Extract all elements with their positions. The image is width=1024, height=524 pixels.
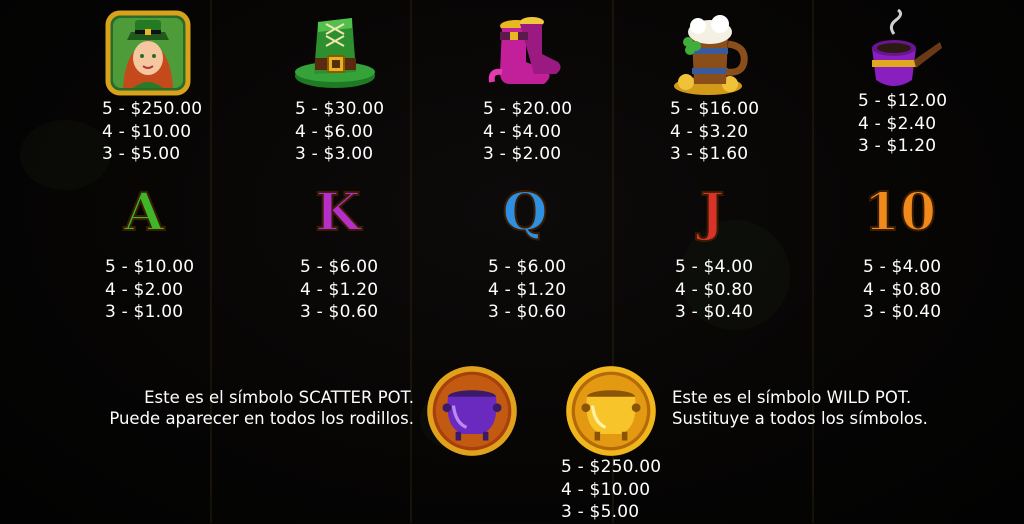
pay-line-5: 5 - $12.00 <box>858 91 948 111</box>
paytable-values: 5 - $250.00 4 - $10.00 3 - $5.00 <box>102 98 202 166</box>
pay-line-4: 4 - $0.80 <box>675 279 754 300</box>
pay-line-4: 4 - $10.00 <box>102 121 192 142</box>
pay-line-4: 4 - $2.00 <box>105 279 184 300</box>
paytable-values: 5 - $4.00 4 - $0.80 3 - $0.40 <box>675 256 753 324</box>
pink-boots-icon <box>488 17 561 84</box>
pay-line-3: 3 - $1.20 <box>858 136 937 156</box>
pipe-icon <box>872 8 942 86</box>
pay-line-4: 4 - $6.00 <box>295 121 374 142</box>
scatter-line-2: Puede aparecer en todos los rodillos. <box>109 409 414 428</box>
paytable-values: 5 - $20.00 4 - $4.00 3 - $2.00 <box>483 98 572 166</box>
pay-line-4: 4 - $2.40 <box>858 113 937 134</box>
wild-description: Este es el símbolo WILD POT. Sustituye a… <box>672 387 928 429</box>
pay-line-5: 5 - $6.00 <box>488 257 567 277</box>
pay-line-4: 4 - $1.20 <box>488 279 567 300</box>
paytable-values: 5 - $30.00 4 - $6.00 3 - $3.00 <box>295 98 384 166</box>
wild-paytable-values: 5 - $250.00 4 - $10.00 3 - $5.00 <box>561 456 661 524</box>
background-ghost-symbol <box>20 120 110 190</box>
letter-q-icon: Q <box>501 182 548 244</box>
pay-line-3: 3 - $3.00 <box>295 144 374 164</box>
wild-line-2: Sustituye a todos los símbolos. <box>672 409 928 428</box>
pay-line-3: 3 - $5.00 <box>102 144 181 164</box>
pay-line-5: 5 - $10.00 <box>105 257 195 277</box>
leprechaun-girl-icon <box>105 10 191 96</box>
reel-divider <box>210 0 212 523</box>
pay-line-4: 4 - $10.00 <box>561 479 651 500</box>
letter-k-icon: K <box>314 182 361 244</box>
pay-line-3: 3 - $1.60 <box>670 144 749 164</box>
reel-divider <box>812 0 814 523</box>
pay-line-5: 5 - $4.00 <box>675 257 754 277</box>
wild-line-1: Este es el símbolo WILD POT. <box>672 388 912 407</box>
purple-pot-icon <box>427 366 517 456</box>
pay-line-5: 5 - $30.00 <box>295 99 385 119</box>
pay-line-3: 3 - $0.60 <box>488 302 567 322</box>
pay-line-3: 3 - $2.00 <box>483 144 562 164</box>
scatter-description: Este es el símbolo SCATTER POT. Puede ap… <box>60 387 414 429</box>
pay-line-4: 4 - $4.00 <box>483 121 562 142</box>
scatter-line-1: Este es el símbolo SCATTER POT. <box>144 388 414 407</box>
pay-line-5: 5 - $20.00 <box>483 99 573 119</box>
pay-line-3: 3 - $0.60 <box>300 302 379 322</box>
paytable-values: 5 - $10.00 4 - $2.00 3 - $1.00 <box>105 256 194 324</box>
green-hat-icon <box>295 18 375 88</box>
pay-line-5: 5 - $250.00 <box>561 457 662 477</box>
number-10-icon: 10 <box>863 182 937 244</box>
paytable-values: 5 - $4.00 4 - $0.80 3 - $0.40 <box>863 256 941 324</box>
pay-line-4: 4 - $1.20 <box>300 279 379 300</box>
gold-pot-icon <box>566 366 656 456</box>
paytable-values: 5 - $16.00 4 - $3.20 3 - $1.60 <box>670 98 759 166</box>
letter-a-icon: A <box>123 182 165 244</box>
pay-line-3: 3 - $0.40 <box>863 302 942 322</box>
paytable-values: 5 - $12.00 4 - $2.40 3 - $1.20 <box>858 90 947 158</box>
pay-line-4: 4 - $0.80 <box>863 279 942 300</box>
pay-line-4: 4 - $3.20 <box>670 121 749 142</box>
pay-line-5: 5 - $16.00 <box>670 99 760 119</box>
pay-line-3: 3 - $0.40 <box>675 302 754 322</box>
beer-mug-icon <box>674 15 748 95</box>
reel-divider <box>410 0 412 523</box>
pay-line-5: 5 - $250.00 <box>102 99 203 119</box>
pay-line-3: 3 - $5.00 <box>561 502 640 522</box>
pay-line-5: 5 - $4.00 <box>863 257 942 277</box>
pay-line-5: 5 - $6.00 <box>300 257 379 277</box>
paytable-values: 5 - $6.00 4 - $1.20 3 - $0.60 <box>300 256 378 324</box>
letter-j-icon: J <box>699 182 726 244</box>
pay-line-3: 3 - $1.00 <box>105 302 184 322</box>
paytable-values: 5 - $6.00 4 - $1.20 3 - $0.60 <box>488 256 566 324</box>
